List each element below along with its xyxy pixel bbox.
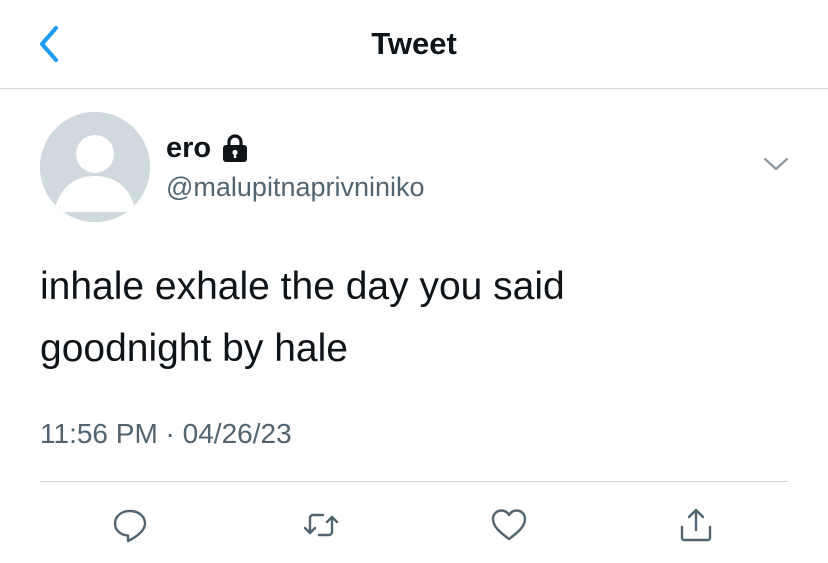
top-bar: Tweet <box>0 0 828 89</box>
more-options-button[interactable] <box>760 153 792 175</box>
tweet-text-line: goodnight by hale <box>40 327 348 370</box>
like-button[interactable] <box>489 505 529 545</box>
tweet-text-line: inhale exhale the day you said <box>40 265 565 308</box>
default-avatar-icon <box>40 112 150 222</box>
display-name[interactable]: ero <box>166 132 211 165</box>
divider <box>40 481 788 482</box>
reply-button[interactable] <box>110 505 150 545</box>
page-title: Tweet <box>371 26 457 61</box>
lock-icon <box>223 134 248 162</box>
retweet-button[interactable] <box>301 505 341 545</box>
share-button[interactable] <box>676 505 716 545</box>
retweet-icon <box>303 513 339 537</box>
tweet-timestamp: 11:56 PM · 04/26/23 <box>40 418 292 449</box>
author-name-row: ero <box>166 130 249 166</box>
user-handle[interactable]: @malupitnaprivniniko <box>166 172 425 203</box>
avatar[interactable] <box>40 112 150 222</box>
heart-icon <box>491 509 527 541</box>
tweet-text: inhale exhale the day you said goodnight… <box>40 256 800 380</box>
share-icon <box>680 508 712 542</box>
chevron-down-icon <box>763 157 789 171</box>
reply-icon <box>113 509 147 543</box>
